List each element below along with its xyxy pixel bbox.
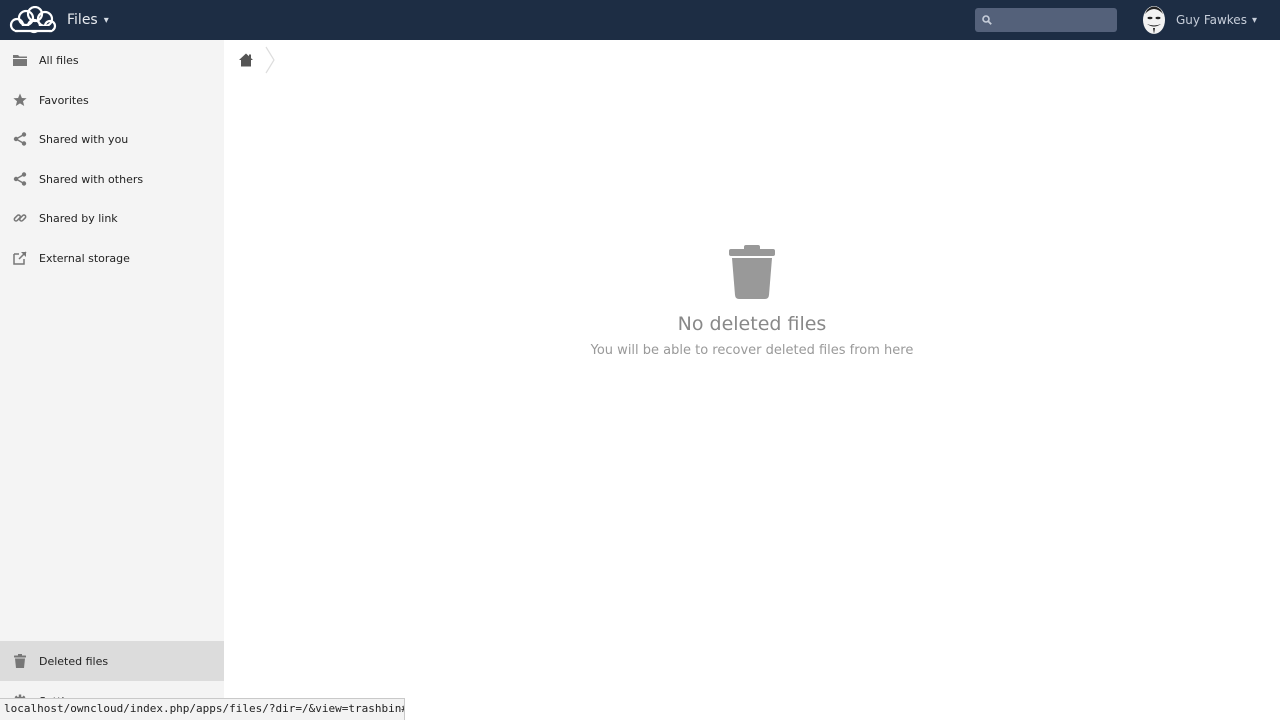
user-avatar <box>1141 4 1167 36</box>
search-icon <box>982 15 992 25</box>
sidebar-item-shared-by-link[interactable]: Shared by link <box>0 198 224 238</box>
sidebar-item-label: Deleted files <box>39 654 109 668</box>
app-menu-toggle[interactable]: Files ▾ <box>67 0 109 40</box>
search-box[interactable] <box>975 8 1117 32</box>
sidebar-item-deleted-files[interactable]: Deleted files <box>0 641 224 681</box>
user-menu-caret-icon: ▾ <box>1251 14 1257 26</box>
sidebar-item-favorites[interactable]: Favorites <box>0 80 224 120</box>
app-menu-caret-icon: ▾ <box>103 14 109 26</box>
empty-state-title: No deleted files <box>677 313 827 335</box>
trash-icon <box>12 653 28 669</box>
app-content: No deleted files You will be able to rec… <box>224 40 1280 720</box>
breadcrumb-separator-icon <box>265 46 275 74</box>
top-header-bar: Files ▾ Guy Fawkes ▾ <box>0 0 1280 40</box>
sidebar-item-shared-with-you[interactable]: Shared with you <box>0 119 224 159</box>
external-icon <box>12 250 28 266</box>
sidebar-item-label: Shared with others <box>39 172 144 186</box>
sidebar-item-label: Favorites <box>39 93 89 107</box>
sidebar-item-label: Shared by link <box>39 211 118 225</box>
trash-icon <box>729 245 775 299</box>
user-name: Guy Fawkes <box>1176 13 1247 27</box>
star-icon <box>12 92 28 108</box>
sidebar-item-all-files[interactable]: All files <box>0 40 224 80</box>
sidebar-item-label: External storage <box>39 251 130 265</box>
empty-state: No deleted files You will be able to rec… <box>224 245 1280 358</box>
empty-state-subtitle: You will be able to recover deleted file… <box>590 343 914 358</box>
share-icon <box>12 171 28 187</box>
app-name: Files <box>67 12 98 28</box>
sidebar-item-label: Shared with you <box>39 132 129 146</box>
home-icon[interactable] <box>238 52 254 68</box>
sidebar-item-external-storage[interactable]: External storage <box>0 238 224 278</box>
sidebar-item-shared-with-others[interactable]: Shared with others <box>0 159 224 199</box>
link-icon <box>12 210 28 226</box>
app-navigation: All files Favorites Shared with you Shar… <box>0 40 224 720</box>
user-menu-toggle[interactable]: Guy Fawkes ▾ <box>1141 0 1257 40</box>
browser-status-url: localhost/owncloud/index.php/apps/files/… <box>0 698 405 720</box>
search-input[interactable] <box>997 11 1111 29</box>
share-icon <box>12 131 28 147</box>
owncloud-logo[interactable] <box>9 6 57 34</box>
sidebar-item-label: All files <box>39 53 79 67</box>
folder-icon <box>12 52 28 68</box>
